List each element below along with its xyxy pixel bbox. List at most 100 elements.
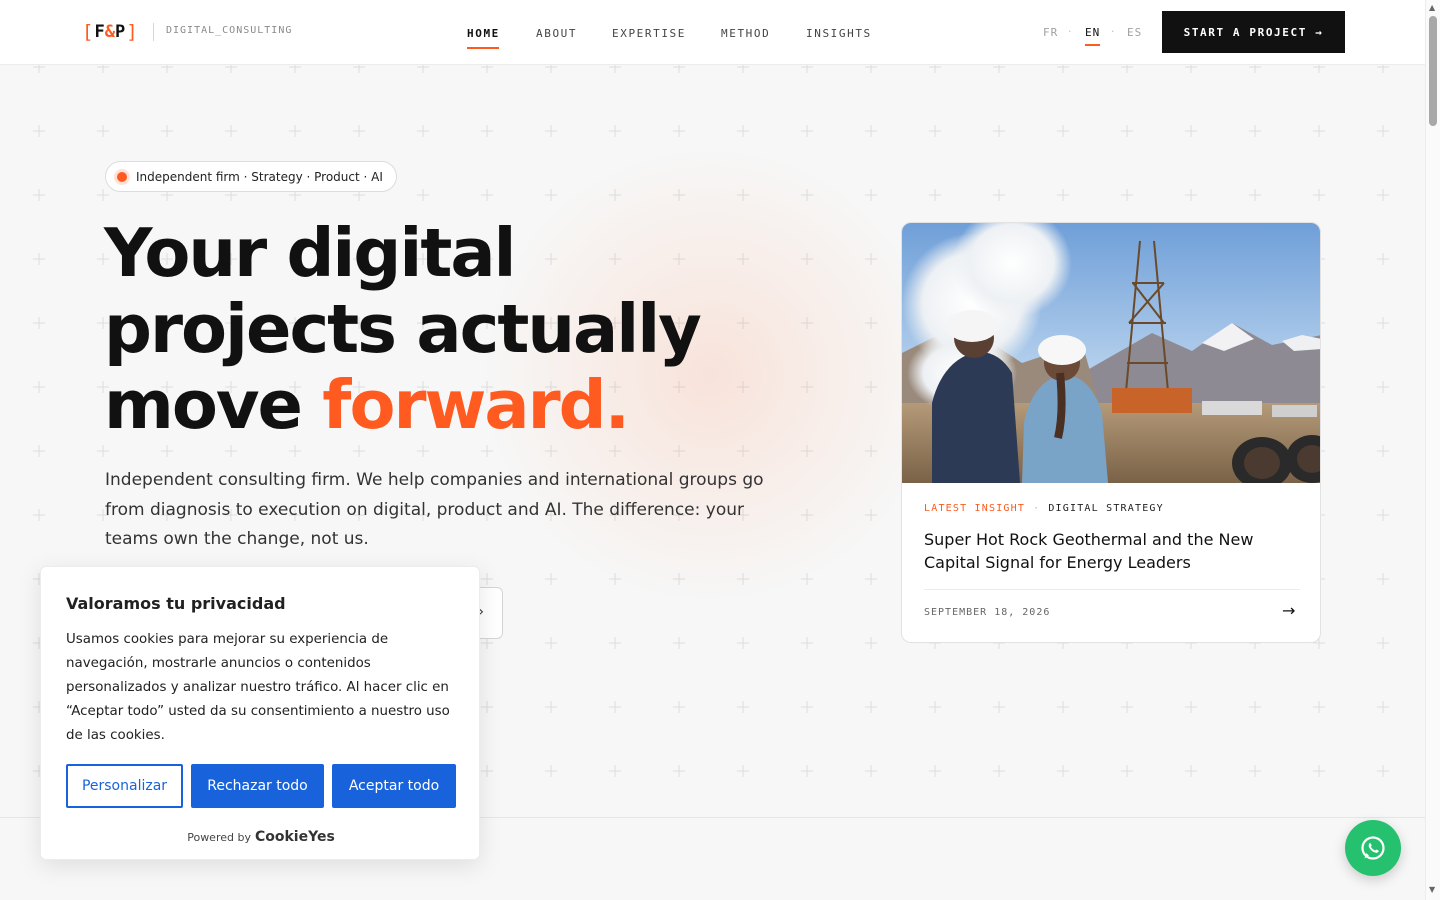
- grid-plus-mark: [801, 765, 813, 777]
- grid-plus-mark: [737, 65, 749, 73]
- grid-plus-mark: [865, 189, 877, 201]
- grid-plus-mark: [481, 189, 493, 201]
- grid-plus-mark: [33, 445, 45, 457]
- grid-plus-mark: [737, 765, 749, 777]
- grid-plus-mark: [993, 765, 1005, 777]
- grid-plus-mark: [33, 381, 45, 393]
- grid-plus-mark: [609, 125, 621, 137]
- grid-plus-mark: [929, 125, 941, 137]
- arrow-right-icon[interactable]: →: [1282, 601, 1295, 620]
- grid-plus-mark: [865, 65, 877, 73]
- grid-plus-mark: [1249, 189, 1261, 201]
- grid-plus-mark: [161, 125, 173, 137]
- grid-plus-mark: [609, 701, 621, 713]
- lang-fr[interactable]: FR: [1043, 26, 1058, 39]
- grid-plus-mark: [609, 765, 621, 777]
- whatsapp-button[interactable]: [1345, 820, 1401, 876]
- grid-plus-mark: [865, 125, 877, 137]
- grid-plus-mark: [1377, 765, 1389, 777]
- cookie-customize-button[interactable]: Personalizar: [66, 764, 183, 808]
- grid-plus-mark: [1313, 189, 1325, 201]
- grid-plus-mark: [225, 65, 237, 73]
- insight-card-image: [902, 223, 1320, 483]
- nav-about[interactable]: ABOUT: [536, 27, 577, 40]
- grid-plus-mark: [417, 189, 429, 201]
- grid-plus-mark: [1377, 573, 1389, 585]
- insight-card-meta: LATEST INSIGHT · DIGITAL STRATEGY: [924, 503, 1164, 514]
- grid-plus-mark: [673, 637, 685, 649]
- cookie-accept-button[interactable]: Aceptar todo: [332, 764, 456, 808]
- grid-plus-mark: [1377, 125, 1389, 137]
- insight-title[interactable]: Super Hot Rock Geothermal and the New Ca…: [924, 528, 1294, 574]
- page-scrollbar[interactable]: ▲ ▼: [1425, 0, 1440, 900]
- badge-dot-icon: [117, 172, 127, 182]
- grid-plus-mark: [801, 125, 813, 137]
- grid-plus-mark: [353, 65, 365, 73]
- grid-plus-mark: [1313, 125, 1325, 137]
- grid-plus-mark: [1185, 701, 1197, 713]
- nav-insights[interactable]: INSIGHTS: [806, 27, 872, 40]
- nav-active-indicator: [467, 47, 499, 49]
- grid-plus-mark: [865, 573, 877, 585]
- lang-es[interactable]: ES: [1127, 26, 1142, 39]
- grid-plus-mark: [929, 765, 941, 777]
- grid-plus-mark: [545, 125, 557, 137]
- headline-line-2: projects actually: [104, 290, 702, 368]
- scroll-up-icon[interactable]: ▲: [1429, 3, 1435, 12]
- grid-plus-mark: [1249, 125, 1261, 137]
- cookie-banner: Valoramos tu privacidad Usamos cookies p…: [40, 566, 480, 860]
- nav-expertise[interactable]: EXPERTISE: [612, 27, 686, 40]
- cookie-reject-button[interactable]: Rechazar todo: [191, 764, 324, 808]
- grid-plus-mark: [1185, 125, 1197, 137]
- logo[interactable]: [ F&P ]: [82, 20, 138, 44]
- grid-plus-mark: [33, 189, 45, 201]
- grid-plus-mark: [1057, 125, 1069, 137]
- start-project-button[interactable]: START A PROJECT →: [1162, 11, 1345, 53]
- grid-plus-mark: [33, 125, 45, 137]
- insight-label: LATEST INSIGHT: [924, 503, 1026, 514]
- grid-plus-mark: [545, 65, 557, 73]
- cookie-title: Valoramos tu privacidad: [66, 594, 286, 613]
- grid-plus-mark: [97, 189, 109, 201]
- grid-plus-mark: [481, 125, 493, 137]
- grid-plus-mark: [737, 125, 749, 137]
- grid-plus-mark: [929, 189, 941, 201]
- grid-plus-mark: [1313, 65, 1325, 73]
- lang-separator: ·: [1111, 25, 1115, 38]
- grid-plus-mark: [1377, 701, 1389, 713]
- nav-method[interactable]: METHOD: [721, 27, 770, 40]
- grid-plus-mark: [1377, 445, 1389, 457]
- grid-plus-mark: [33, 65, 45, 73]
- grid-plus-mark: [161, 65, 173, 73]
- grid-plus-mark: [289, 125, 301, 137]
- grid-plus-mark: [225, 445, 237, 457]
- grid-plus-mark: [33, 317, 45, 329]
- grid-plus-mark: [1057, 189, 1069, 201]
- grid-plus-mark: [1057, 765, 1069, 777]
- grid-plus-mark: [673, 765, 685, 777]
- scroll-down-icon[interactable]: ▼: [1429, 885, 1435, 894]
- insight-category: DIGITAL STRATEGY: [1048, 503, 1164, 514]
- grid-plus-mark: [1185, 189, 1197, 201]
- cookie-powered-by: Powered by CookieYes: [41, 829, 481, 845]
- grid-plus-mark: [1121, 189, 1133, 201]
- grid-plus-mark: [865, 701, 877, 713]
- grid-plus-mark: [289, 445, 301, 457]
- logo-amp: &: [104, 22, 115, 42]
- grid-plus-mark: [993, 189, 1005, 201]
- grid-plus-mark: [33, 253, 45, 265]
- grid-plus-mark: [993, 701, 1005, 713]
- insight-divider: [924, 589, 1300, 590]
- scrollbar-thumb[interactable]: [1429, 16, 1437, 126]
- hero-lead: Independent consulting firm. We help com…: [105, 470, 764, 549]
- grid-plus-mark: [1185, 765, 1197, 777]
- nav-home[interactable]: HOME: [467, 27, 500, 40]
- grid-plus-mark: [737, 637, 749, 649]
- grid-plus-mark: [737, 701, 749, 713]
- logo-p: P: [114, 22, 126, 42]
- grid-plus-mark: [97, 445, 109, 457]
- headline-line-3: move: [104, 366, 323, 444]
- insight-card[interactable]: LATEST INSIGHT · DIGITAL STRATEGY Super Ho…: [901, 222, 1321, 643]
- grid-plus-mark: [1249, 65, 1261, 73]
- lang-en[interactable]: EN: [1085, 26, 1100, 39]
